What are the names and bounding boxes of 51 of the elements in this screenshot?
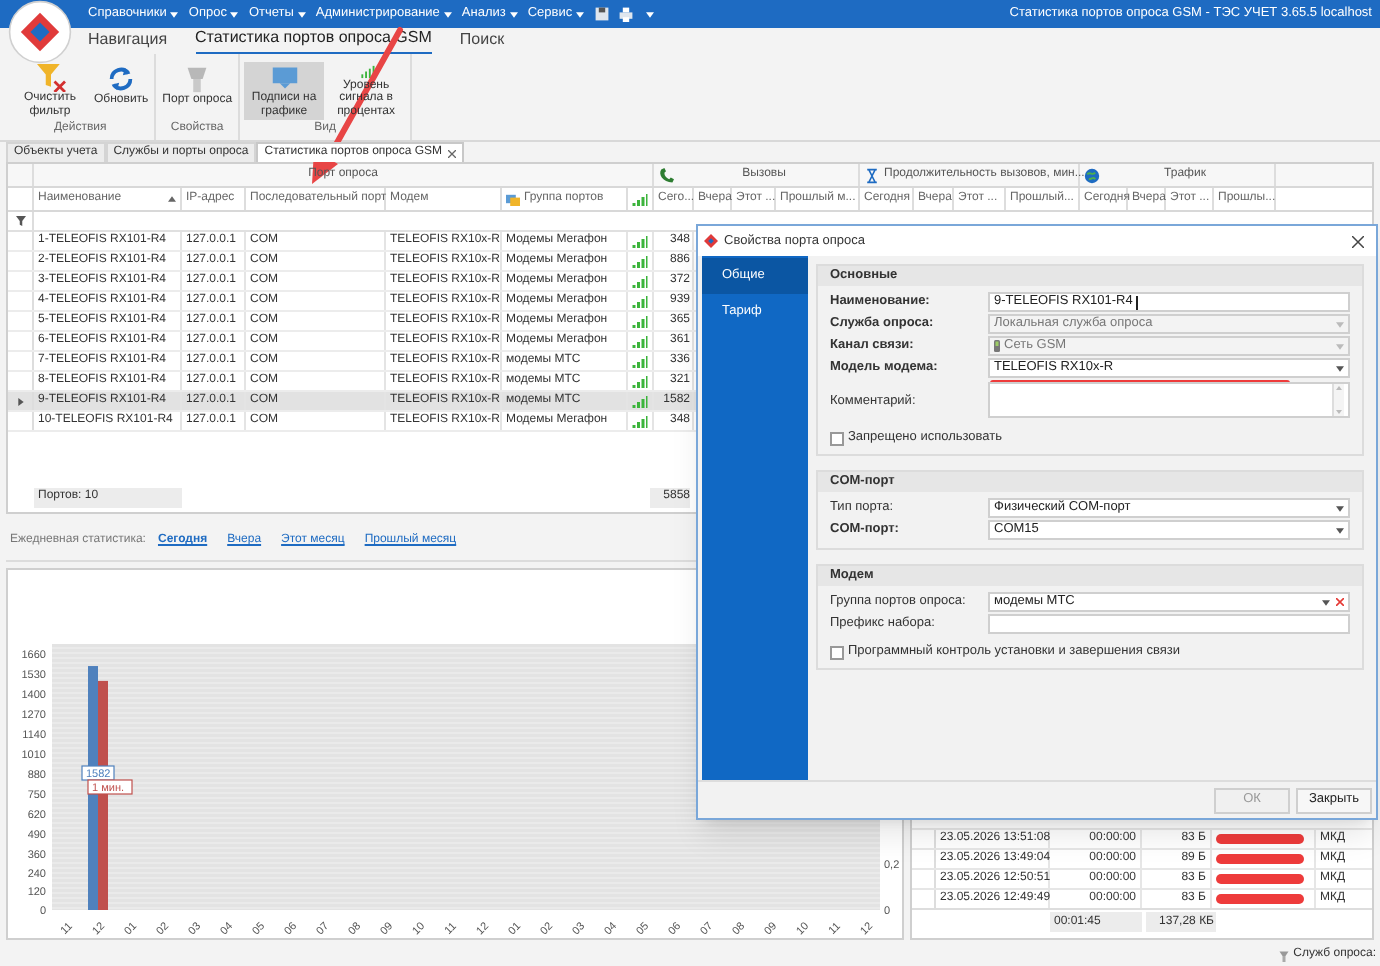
caret-icon — [230, 11, 239, 17]
signal-bars-icon — [632, 355, 648, 367]
sort-ascending-icon — [168, 196, 176, 202]
caret-icon[interactable] — [1336, 505, 1344, 511]
speech-bubble-icon — [269, 64, 300, 92]
caret-icon — [170, 11, 179, 17]
phone-icon — [994, 340, 1000, 352]
redaction-mark — [1216, 874, 1304, 884]
checkbox[interactable] — [830, 645, 844, 659]
app-logo-icon — [704, 234, 718, 248]
hourglass-icon — [864, 167, 880, 183]
signal-bars-icon — [632, 255, 648, 267]
refresh-icon — [106, 64, 137, 94]
redaction-mark — [1216, 894, 1304, 904]
port-icon — [1277, 949, 1290, 961]
caret-icon — [443, 11, 452, 17]
clear-icon[interactable] — [1336, 598, 1344, 606]
filter-clear-icon — [35, 64, 65, 92]
signal-bars-icon — [632, 193, 648, 205]
folders-icon — [506, 192, 520, 206]
text-field[interactable] — [988, 614, 1350, 634]
caret-icon[interactable] — [1322, 599, 1330, 605]
text-cursor — [1136, 295, 1139, 309]
app-logo[interactable] — [8, 0, 72, 64]
signal-bars-icon — [632, 395, 648, 407]
caret-icon[interactable] — [1336, 527, 1344, 533]
signal-bars-icon — [632, 415, 648, 427]
signal-bars-icon — [632, 295, 648, 307]
checkbox[interactable] — [830, 431, 844, 445]
caret-icon — [576, 11, 585, 17]
signal-bars-icon — [632, 235, 648, 247]
close-icon[interactable] — [448, 149, 457, 157]
redaction-mark — [1216, 834, 1304, 844]
globe-icon — [1084, 167, 1100, 183]
redaction-mark — [1216, 854, 1304, 864]
save-icon[interactable] — [594, 6, 611, 22]
comment-field[interactable] — [988, 382, 1350, 418]
print-icon[interactable] — [618, 6, 635, 22]
close-icon[interactable] — [1352, 235, 1364, 247]
ribbon-tab[interactable]: Поиск — [459, 28, 505, 54]
ribbon-tab[interactable]: Навигация — [88, 28, 168, 54]
signal-bars-icon — [632, 375, 648, 387]
filter-icon[interactable] — [15, 216, 25, 226]
signal-bars-icon — [632, 335, 648, 347]
caret-icon[interactable] — [646, 11, 655, 17]
row-pointer-icon — [17, 397, 23, 405]
caret-icon — [509, 11, 518, 17]
phone-icon — [658, 167, 674, 183]
caret-icon — [297, 11, 306, 17]
signal-bars-icon — [632, 315, 648, 327]
signal-bars-icon — [632, 275, 648, 287]
